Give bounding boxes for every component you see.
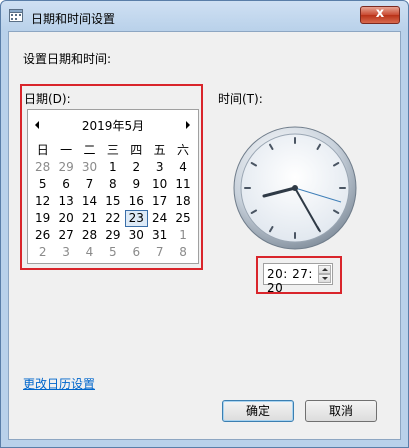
change-calendar-settings-link[interactable]: 更改日历设置 <box>23 375 95 392</box>
calendar-day[interactable]: 11 <box>171 176 194 193</box>
calendar-day[interactable]: 29 <box>54 159 77 176</box>
spin-down-icon[interactable] <box>318 274 331 283</box>
next-month-icon[interactable] <box>183 118 193 132</box>
calendar-day[interactable]: 9 <box>125 176 148 193</box>
calendar-day[interactable]: 16 <box>125 193 148 210</box>
calendar-day[interactable]: 14 <box>78 193 101 210</box>
weekday-header: 四 <box>130 143 143 157</box>
calendar-day[interactable]: 30 <box>78 159 101 176</box>
calendar-day[interactable]: 2 <box>125 159 148 176</box>
title-bar[interactable]: 日期和时间设置 x <box>1 1 408 31</box>
calendar-week-row: 2 3 4 5 6 7 8 <box>31 244 195 261</box>
calendar-week-row: 28 29 30 1 2 3 4 <box>31 159 195 176</box>
calendar-day[interactable]: 20 <box>54 210 77 227</box>
calendar-day[interactable]: 5 <box>31 176 54 193</box>
spin-up-icon[interactable] <box>318 265 331 274</box>
calendar-day[interactable]: 31 <box>148 227 171 244</box>
cancel-button[interactable]: 取消 <box>305 400 377 422</box>
calendar-day[interactable]: 30 <box>125 227 148 244</box>
calendar-day[interactable]: 1 <box>171 227 194 244</box>
weekday-header-row: 日 一 二 三 四 五 六 <box>31 142 195 159</box>
calendar-day[interactable]: 21 <box>78 210 101 227</box>
calendar-day[interactable]: 17 <box>148 193 171 210</box>
calendar-day[interactable]: 28 <box>78 227 101 244</box>
calendar-day[interactable]: 13 <box>54 193 77 210</box>
calendar-day[interactable]: 4 <box>171 159 194 176</box>
calendar-day[interactable]: 8 <box>171 244 194 261</box>
calendar-day[interactable]: 26 <box>31 227 54 244</box>
calendar[interactable]: 2019年5月 日 一 二 三 四 五 六 28 29 30 1 2 3 4 5… <box>27 109 199 264</box>
close-button[interactable]: x <box>360 6 400 24</box>
calendar-week-row: 19 20 21 22 23 24 25 <box>31 210 195 227</box>
ok-button[interactable]: 确定 <box>222 400 294 422</box>
calendar-day[interactable]: 3 <box>54 244 77 261</box>
calendar-day[interactable]: 7 <box>78 176 101 193</box>
calendar-day[interactable]: 22 <box>101 210 124 227</box>
calendar-day[interactable]: 10 <box>148 176 171 193</box>
calendar-day[interactable]: 5 <box>101 244 124 261</box>
weekday-header: 五 <box>153 143 166 157</box>
weekday-header: 三 <box>106 143 119 157</box>
calendar-day[interactable]: 8 <box>101 176 124 193</box>
weekday-header: 二 <box>83 143 96 157</box>
calendar-day[interactable]: 2 <box>31 244 54 261</box>
date-time-dialog: 日期和时间设置 x 设置日期和时间: 日期(D): 2019年5月 日 一 二 … <box>0 0 409 448</box>
calendar-day[interactable]: 27 <box>54 227 77 244</box>
calendar-day[interactable]: 24 <box>148 210 171 227</box>
weekday-header: 一 <box>60 143 73 157</box>
calendar-nav: 2019年5月 <box>28 117 198 133</box>
section-heading: 设置日期和时间: <box>23 52 112 66</box>
calendar-day[interactable]: 15 <box>101 193 124 210</box>
calendar-day-selected[interactable]: 23 <box>124 210 148 227</box>
window-title: 日期和时间设置 <box>31 12 116 26</box>
calendar-day[interactable]: 6 <box>125 244 148 261</box>
calendar-day[interactable]: 18 <box>171 193 194 210</box>
close-icon: x <box>375 6 385 21</box>
calendar-day[interactable]: 29 <box>101 227 124 244</box>
date-label: 日期(D): <box>24 92 71 106</box>
calendar-week-row: 26 27 28 29 30 31 1 <box>31 227 195 244</box>
calendar-day[interactable]: 4 <box>78 244 101 261</box>
calendar-day[interactable]: 1 <box>101 159 124 176</box>
calendar-day[interactable]: 12 <box>31 193 54 210</box>
calendar-day[interactable]: 25 <box>171 210 194 227</box>
calendar-icon <box>9 9 23 22</box>
calendar-grid: 日 一 二 三 四 五 六 28 29 30 1 2 3 4 5 6 7 8 9… <box>31 142 195 261</box>
calendar-day[interactable]: 6 <box>54 176 77 193</box>
calendar-day[interactable]: 3 <box>148 159 171 176</box>
calendar-week-row: 5 6 7 8 9 10 11 <box>31 176 195 193</box>
weekday-header: 六 <box>177 143 190 157</box>
calendar-day[interactable]: 19 <box>31 210 54 227</box>
calendar-day[interactable]: 28 <box>31 159 54 176</box>
weekday-header: 日 <box>36 143 49 157</box>
calendar-month-title[interactable]: 2019年5月 <box>28 117 198 134</box>
calendar-day[interactable]: 7 <box>148 244 171 261</box>
dialog-body: 设置日期和时间: 日期(D): 2019年5月 日 一 二 三 四 五 六 28… <box>8 31 401 440</box>
calendar-week-row: 12 13 14 15 16 17 18 <box>31 193 195 210</box>
analog-clock-icon <box>233 126 357 250</box>
time-label: 时间(T): <box>218 92 263 106</box>
time-input[interactable]: 20: 27: 20 <box>263 263 333 295</box>
time-spinner[interactable] <box>318 265 331 283</box>
